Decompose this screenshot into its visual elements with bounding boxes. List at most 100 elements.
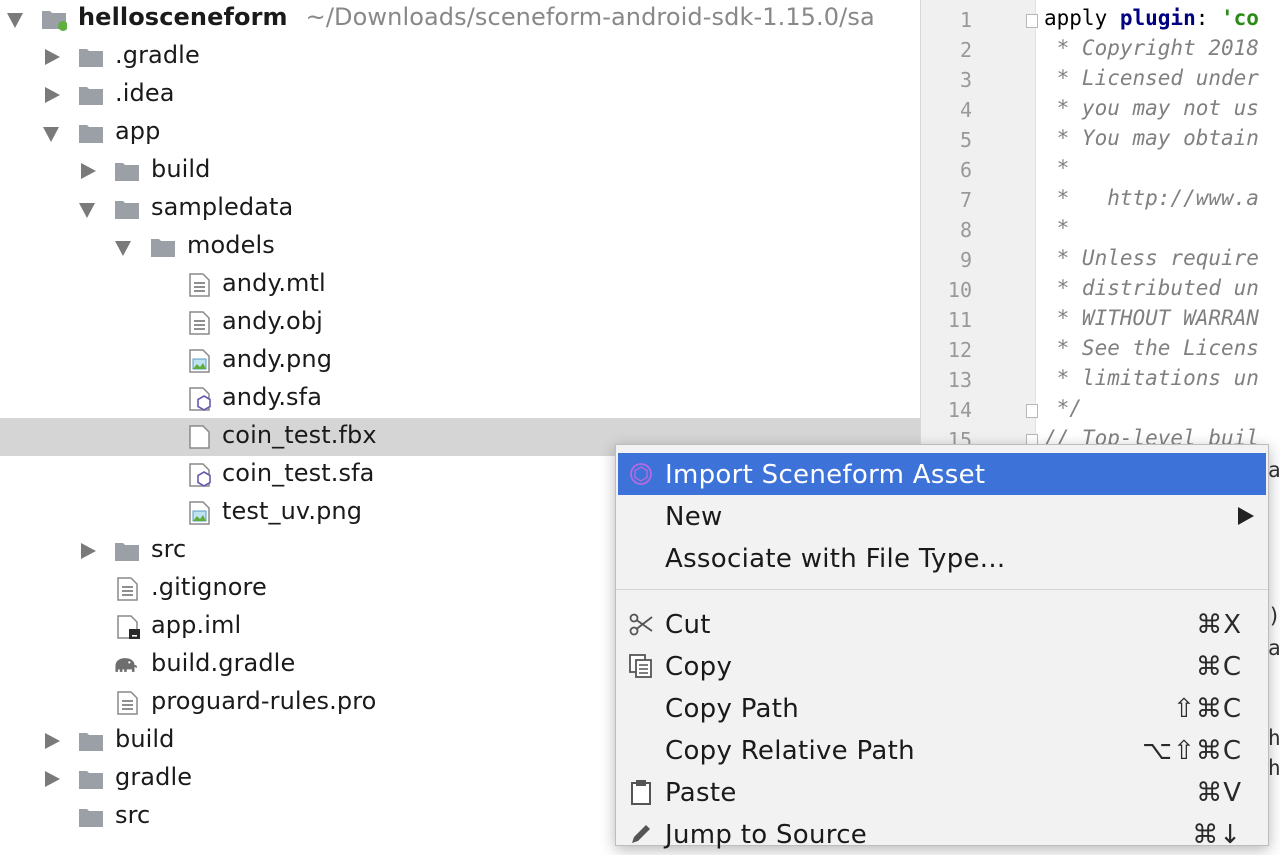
code-line: *	[1044, 216, 1070, 240]
tree-root-path: ~/Downloads/sceneform-android-sdk-1.15.0…	[305, 3, 875, 31]
text-file-icon	[117, 691, 138, 715]
tree-row[interactable]: andy.sfa	[0, 380, 922, 418]
tree-item-label: src	[151, 535, 187, 563]
image-file-icon	[189, 501, 210, 525]
fold-marker-icon[interactable]	[1026, 404, 1038, 418]
expand-arrow-icon[interactable]	[81, 543, 96, 559]
collapse-arrow-icon[interactable]	[115, 241, 131, 256]
fold-marker-icon[interactable]	[1026, 14, 1038, 28]
menu-item-label: Jump to Source	[665, 820, 868, 850]
context-menu: Import Sceneform Asset New Associate wit…	[615, 444, 1269, 850]
menu-item-new[interactable]: New	[618, 495, 1266, 537]
menu-item-copy[interactable]: Copy ⌘C	[618, 645, 1266, 687]
code-line: * Copyright 2018	[1044, 36, 1259, 60]
expand-arrow-icon[interactable]	[7, 13, 23, 28]
image-file-icon	[189, 349, 210, 373]
tree-item-label: sampledata	[151, 193, 294, 221]
menu-shortcut: ⇧⌘C	[1173, 694, 1242, 724]
menu-item-label: Copy Path	[665, 694, 800, 724]
menu-item-label: New	[665, 502, 723, 532]
tree-row[interactable]: andy.png	[0, 342, 922, 380]
folder-icon	[151, 239, 175, 257]
tree-item-label: build.gradle	[151, 649, 296, 677]
tree-row[interactable]: andy.mtl	[0, 266, 922, 304]
folder-icon	[79, 809, 103, 827]
tree-item-label: coin_test.fbx	[222, 421, 377, 449]
tree-item-label: app.iml	[151, 611, 242, 639]
gradle-elephant-icon	[115, 658, 138, 672]
code-fragment: ac	[1268, 458, 1280, 482]
code-line: apply plugin: 'co	[1044, 6, 1259, 30]
line-number: 8	[959, 218, 972, 242]
menu-shortcut: ⌘X	[1196, 610, 1242, 640]
menu-item-copy-path[interactable]: Copy Path ⇧⌘C	[618, 687, 1266, 729]
line-number: 7	[959, 188, 972, 212]
tree-row[interactable]: app	[0, 114, 922, 152]
expand-arrow-icon[interactable]	[45, 49, 60, 65]
tree-row[interactable]: models	[0, 228, 922, 266]
tree-item-label: gradle	[115, 763, 193, 791]
line-number: 2	[959, 38, 972, 62]
module-file-icon	[117, 615, 140, 639]
tree-row[interactable]: build	[0, 152, 922, 190]
line-number: 11	[947, 308, 972, 332]
tree-row[interactable]: andy.obj	[0, 304, 922, 342]
tree-row[interactable]: sampledata	[0, 190, 922, 228]
submenu-arrow-icon	[1238, 507, 1254, 525]
code-line: * WITHOUT WARRAN	[1044, 306, 1259, 330]
menu-item-label: Copy Relative Path	[665, 736, 915, 766]
line-number: 12	[947, 338, 972, 362]
scissors-icon	[629, 613, 653, 636]
folder-icon	[79, 733, 103, 751]
menu-item-label: Associate with File Type...	[665, 544, 1006, 574]
code-fragment: )	[1268, 604, 1280, 628]
tree-item-label: build	[151, 155, 211, 183]
line-number: 4	[959, 98, 972, 122]
code-line: * Unless require	[1044, 246, 1259, 270]
menu-item-paste[interactable]: Paste ⌘V	[618, 771, 1266, 813]
folder-icon	[79, 771, 103, 789]
clipboard-icon	[631, 780, 651, 805]
line-number: 13	[947, 368, 972, 392]
line-number: 5	[959, 128, 972, 152]
code-line: * limitations un	[1044, 366, 1259, 390]
expand-arrow-icon[interactable]	[81, 163, 96, 179]
collapse-arrow-icon[interactable]	[79, 203, 95, 218]
pencil-icon	[632, 825, 650, 843]
expand-arrow-icon[interactable]	[45, 733, 60, 749]
line-number: 14	[947, 398, 972, 422]
line-number: 6	[959, 158, 972, 182]
code-line: */	[1044, 396, 1082, 420]
code-fragment: a	[1268, 636, 1280, 660]
tree-item-label: andy.mtl	[222, 269, 326, 297]
expand-arrow-icon[interactable]	[45, 87, 60, 103]
folder-icon	[115, 201, 139, 219]
tree-item-label: coin_test.sfa	[222, 459, 375, 487]
tree-item-label: andy.obj	[222, 307, 323, 335]
sceneform-file-icon	[189, 463, 211, 487]
menu-item-copy-relative-path[interactable]: Copy Relative Path ⌥⇧⌘C	[618, 729, 1266, 771]
expand-arrow-icon[interactable]	[45, 771, 60, 787]
tree-item-label: andy.sfa	[222, 383, 323, 411]
folder-icon	[79, 87, 103, 105]
menu-item-label: Import Sceneform Asset	[665, 460, 986, 490]
tree-item-label: .idea	[115, 79, 175, 107]
code-fragment: h	[1268, 756, 1280, 780]
menu-item-label: Paste	[665, 778, 737, 808]
tree-row-root[interactable]: hellosceneform ~/Downloads/sceneform-andr…	[0, 0, 922, 38]
menu-item-jump-to-source[interactable]: Jump to Source ⌘↓	[618, 813, 1266, 855]
line-number: 10	[947, 278, 972, 302]
text-file-icon	[117, 577, 138, 601]
menu-item-cut[interactable]: Cut ⌘X	[618, 603, 1266, 645]
tree-row[interactable]: .idea	[0, 76, 922, 114]
menu-separator	[616, 589, 1268, 590]
code-line: *	[1044, 156, 1070, 180]
tree-row[interactable]: .gradle	[0, 38, 922, 76]
tree-item-label: .gitignore	[151, 573, 267, 601]
folder-icon	[115, 543, 139, 561]
tree-root-label: hellosceneform ~/Downloads/sceneform-andr…	[78, 3, 875, 31]
line-number: 9	[959, 248, 972, 272]
menu-item-import-sceneform-asset[interactable]: Import Sceneform Asset	[618, 453, 1266, 495]
collapse-arrow-icon[interactable]	[43, 127, 59, 142]
menu-item-associate-with-file-type[interactable]: Associate with File Type...	[618, 537, 1266, 579]
